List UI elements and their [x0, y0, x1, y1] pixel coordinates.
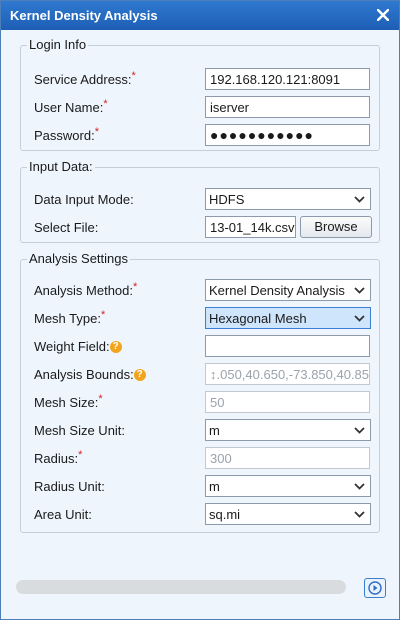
- required-marker: *: [78, 449, 83, 461]
- mesh-size-unit-value: m: [209, 423, 220, 438]
- user-name-label: User Name:*: [34, 98, 108, 115]
- radius-row: Radius:* 300: [21, 447, 379, 471]
- chevron-down-icon: [354, 287, 365, 294]
- weight-field-row: Weight Field:?: [21, 335, 379, 359]
- mesh-size-unit-label: Mesh Size Unit:: [34, 423, 126, 438]
- mesh-type-label: Mesh Type:*: [34, 309, 106, 326]
- chevron-down-icon: [354, 511, 365, 518]
- close-icon: [377, 9, 389, 21]
- analysis-method-select[interactable]: Kernel Density Analysis: [205, 279, 371, 301]
- browse-button[interactable]: Browse: [300, 216, 372, 238]
- chevron-down-icon: [354, 196, 365, 203]
- analysis-method-row: Analysis Method:* Kernel Density Analysi…: [21, 279, 379, 303]
- required-marker: *: [98, 393, 103, 405]
- select-file-row: Select File: 13-01_14k.csv Browse: [21, 216, 379, 240]
- kernel-density-dialog: Kernel Density Analysis Login Info Servi…: [0, 0, 400, 620]
- login-info-group: Login Info Service Address:* 192.168.120…: [20, 37, 380, 151]
- radius-unit-row: Radius Unit: m: [21, 475, 379, 499]
- chevron-down-icon: [354, 315, 365, 322]
- help-icon[interactable]: ?: [133, 368, 146, 381]
- dialog-title: Kernel Density Analysis: [10, 8, 158, 23]
- analysis-settings-legend: Analysis Settings: [27, 251, 130, 267]
- weight-field-input[interactable]: [205, 335, 370, 357]
- area-unit-select[interactable]: sq.mi: [205, 503, 371, 525]
- mesh-size-label: Mesh Size:*: [34, 393, 103, 410]
- title-bar[interactable]: Kernel Density Analysis: [1, 1, 399, 30]
- select-file-input[interactable]: 13-01_14k.csv: [205, 216, 296, 238]
- analysis-bounds-label: Analysis Bounds:?: [34, 367, 146, 382]
- data-input-mode-label: Data Input Mode:: [34, 192, 134, 207]
- mesh-size-row: Mesh Size:* 50: [21, 391, 379, 415]
- login-info-legend: Login Info: [27, 37, 89, 53]
- chevron-down-icon: [354, 483, 365, 490]
- radius-unit-value: m: [209, 479, 220, 494]
- radius-unit-select[interactable]: m: [205, 475, 371, 497]
- analysis-settings-group: Analysis Settings Analysis Method:* Kern…: [20, 251, 380, 533]
- mesh-type-value: Hexagonal Mesh: [209, 311, 307, 326]
- weight-field-label: Weight Field:?: [34, 339, 122, 354]
- password-input[interactable]: ●●●●●●●●●●●: [205, 124, 370, 146]
- mesh-type-select[interactable]: Hexagonal Mesh: [205, 307, 371, 329]
- chevron-down-icon: [354, 427, 365, 434]
- required-marker: *: [103, 98, 108, 110]
- password-label: Password:*: [34, 126, 99, 143]
- progress-bar: [16, 580, 346, 594]
- data-input-mode-value: HDFS: [209, 192, 245, 207]
- data-input-mode-select[interactable]: HDFS: [205, 188, 371, 210]
- data-input-mode-row: Data Input Mode: HDFS: [21, 188, 379, 212]
- analysis-bounds-row: Analysis Bounds:? ↕.050,40.650,-73.850,4…: [21, 363, 379, 387]
- area-unit-label: Area Unit:: [34, 507, 92, 522]
- user-name-row: User Name:* iserver: [21, 96, 379, 120]
- required-marker: *: [133, 281, 138, 293]
- service-address-label: Service Address:*: [34, 70, 136, 87]
- mesh-size-unit-row: Mesh Size Unit: m: [21, 419, 379, 443]
- radius-input[interactable]: 300: [205, 447, 370, 469]
- area-unit-value: sq.mi: [209, 507, 241, 522]
- help-icon[interactable]: ?: [109, 340, 122, 353]
- service-address-input[interactable]: 192.168.120.121:8091: [205, 68, 370, 90]
- password-row: Password:* ●●●●●●●●●●●: [21, 124, 379, 148]
- radius-unit-label: Radius Unit:: [34, 479, 105, 494]
- close-button[interactable]: [373, 4, 393, 26]
- required-marker: *: [131, 70, 136, 82]
- play-icon: [368, 581, 382, 595]
- mesh-size-input[interactable]: 50: [205, 391, 370, 413]
- radius-label: Radius:*: [34, 449, 83, 466]
- input-data-legend: Input Data:: [27, 159, 95, 175]
- analysis-method-label: Analysis Method:*: [34, 281, 138, 298]
- user-name-input[interactable]: iserver: [205, 96, 370, 118]
- required-marker: *: [94, 126, 99, 138]
- service-address-row: Service Address:* 192.168.120.121:8091: [21, 68, 379, 92]
- analysis-bounds-input[interactable]: ↕.050,40.650,-73.850,40.850: [205, 363, 370, 385]
- analysis-method-value: Kernel Density Analysis: [209, 283, 345, 298]
- select-file-label: Select File:: [34, 220, 99, 235]
- input-data-group: Input Data: Data Input Mode: HDFS Select…: [20, 159, 380, 243]
- mesh-size-unit-select[interactable]: m: [205, 419, 371, 441]
- mesh-type-row: Mesh Type:* Hexagonal Mesh: [21, 307, 379, 331]
- run-button[interactable]: [364, 578, 386, 598]
- area-unit-row: Area Unit: sq.mi: [21, 503, 379, 527]
- required-marker: *: [100, 309, 106, 321]
